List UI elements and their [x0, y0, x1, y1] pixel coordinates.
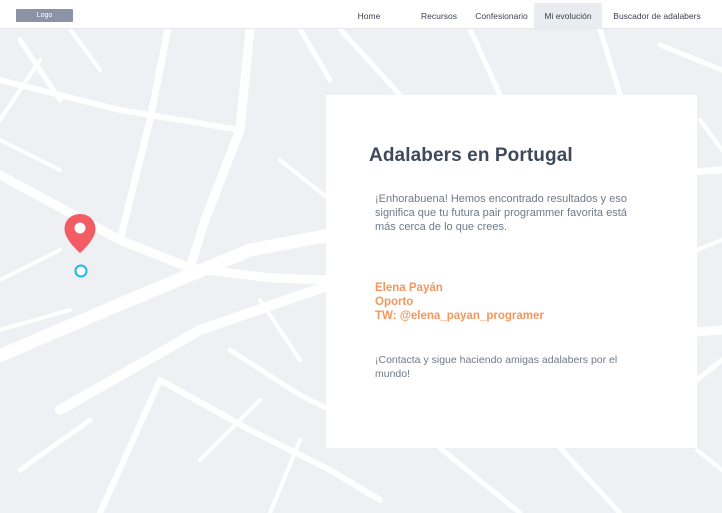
location-dot-icon [74, 264, 88, 278]
card-outro-text: ¡Contacta y sigue haciendo amigas adalab… [375, 354, 618, 380]
map-pin-icon[interactable] [63, 213, 97, 255]
contact-twitter[interactable]: TW: @elena_payan_programer [375, 309, 675, 323]
contact-name: Elena Payán [375, 282, 443, 294]
nav-item-recursos[interactable]: Recursos [417, 3, 461, 28]
card-title: Adalabers en Portugal [369, 145, 573, 166]
results-card: Adalabers en Portugal ¡Enhorabuena! Hemo… [326, 95, 697, 448]
logo[interactable]: Logo [16, 9, 73, 22]
contact-city: Oporto [375, 296, 414, 308]
nav-item-mi-evolucion[interactable]: Mi evolución [534, 3, 602, 28]
nav-item-confesionario[interactable]: Confesionario [470, 3, 533, 28]
page: Logo Home Recursos Confesionario Mi evol… [0, 0, 722, 513]
card-intro-text: ¡Enhorabuena! Hemos encontrado resultado… [375, 193, 627, 233]
nav-item-home[interactable]: Home [348, 3, 390, 28]
nav-item-buscador[interactable]: Buscador de adalabers [605, 3, 709, 28]
top-navigation: Logo Home Recursos Confesionario Mi evol… [0, 0, 722, 29]
